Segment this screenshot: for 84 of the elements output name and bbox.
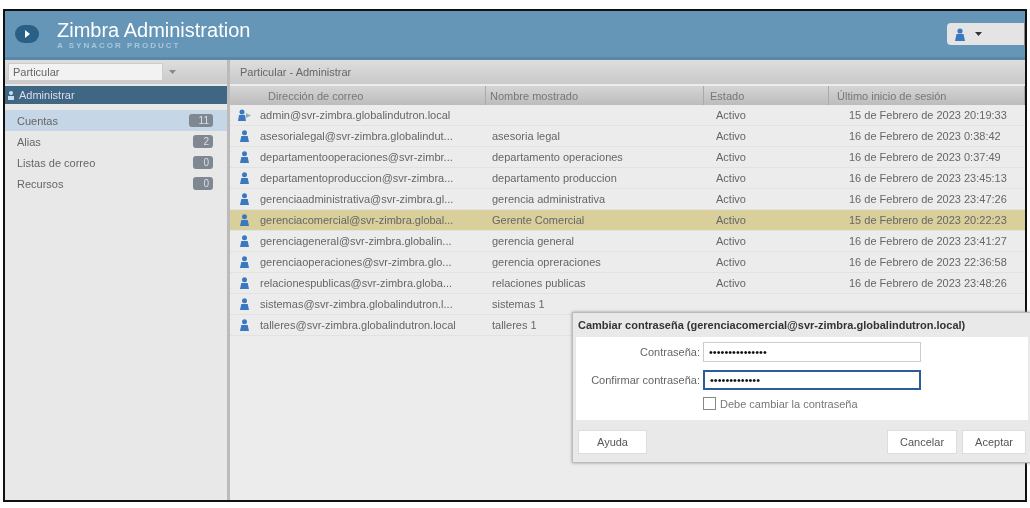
field-label: Contraseña: xyxy=(639,345,700,359)
sidebar-item[interactable]: Alias 2 xyxy=(5,131,227,152)
dropdown-caret-icon[interactable] xyxy=(169,70,176,74)
table-cell: gerencia opreraciones xyxy=(492,256,601,268)
admin-user-icon xyxy=(237,109,251,121)
count-badge: 0 xyxy=(193,156,213,169)
table-cell: relaciones publicas xyxy=(492,277,586,289)
dialog-title: Cambiar contraseña (gerenciacomercial@svr-zimbra.globalindutron.local) xyxy=(577,318,967,333)
table-cell: gerenciaoperaciones@svr-zimbra.glo... xyxy=(260,256,452,268)
table-cell: talleres@svr-zimbra.globalindutron.local xyxy=(260,319,456,331)
sidebar-item[interactable]: Recursos 0 xyxy=(5,173,227,194)
section-title: Administrar xyxy=(19,89,75,101)
table-cell: Activo xyxy=(716,235,746,247)
user-icon xyxy=(239,277,249,289)
user-menu[interactable] xyxy=(947,23,1025,45)
field-label: Confirmar contraseña: xyxy=(590,373,700,387)
item-label: Alias xyxy=(17,135,41,148)
table-cell: Activo xyxy=(716,277,746,289)
table-row[interactable]: gerenciacomercial@svr-zimbra.global... Gerente Comercial Activo 15 de Febrero de 2023 20:22:23 xyxy=(230,210,1025,231)
count-badge: 0 xyxy=(193,177,213,190)
table-cell: departamento operaciones xyxy=(492,151,623,163)
table-cell: Activo xyxy=(716,172,746,184)
caret-icon xyxy=(975,32,982,36)
table-cell: Activo xyxy=(716,151,746,163)
count-badge: 2 xyxy=(193,135,213,148)
accept-button[interactable]: Aceptar xyxy=(962,430,1026,454)
table-cell: gerencia administrativa xyxy=(492,193,606,205)
item-label: Recursos xyxy=(17,177,64,190)
sidebar-item[interactable]: Listas de correo 0 xyxy=(5,152,227,173)
table-cell: departamentoproduccion@svr-zimbra... xyxy=(260,172,454,184)
table-cell: 15 de Febrero de 2023 20:22:23 xyxy=(849,214,1007,226)
table-cell: Activo xyxy=(716,214,746,226)
breadcrumb: Particular - Administrar xyxy=(240,66,352,78)
password-field[interactable]: ••••••••••••••• xyxy=(703,342,921,362)
help-button[interactable]: Ayuda xyxy=(578,430,647,454)
table-cell: asesoria legal xyxy=(492,130,560,142)
table-cell: Activo xyxy=(716,193,746,205)
table-cell: 16 de Febrero de 2023 23:45:13 xyxy=(849,172,1007,184)
table-cell: Gerente Comercial xyxy=(492,214,585,226)
app-title: Zimbra Administration xyxy=(57,18,251,41)
user-icon xyxy=(239,214,249,226)
user-icon xyxy=(239,298,249,310)
admin-icon xyxy=(7,90,15,100)
table-cell: 15 de Febrero de 2023 20:19:33 xyxy=(849,109,1007,121)
table-cell: relacionespublicas@svr-zimbra.globa... xyxy=(260,277,453,289)
table-cell: Activo xyxy=(716,109,746,121)
user-icon xyxy=(239,319,249,331)
table-cell: 16 de Febrero de 2023 23:47:26 xyxy=(849,193,1007,205)
item-label: Cuentas xyxy=(17,114,58,127)
app-subtitle: A SYNACOR PRODUCT xyxy=(57,40,182,50)
table-cell: Activo xyxy=(716,256,746,268)
table-cell: Activo xyxy=(716,130,746,142)
table-cell: departamentooperaciones@svr-zimbr... xyxy=(260,151,453,163)
table-cell: departamento produccion xyxy=(492,172,617,184)
user-icon xyxy=(955,27,965,41)
table-cell: 16 de Febrero de 2023 23:41:27 xyxy=(849,235,1007,247)
table-cell: gerenciaadministrativa@svr-zimbra.gl... xyxy=(260,193,454,205)
table-cell: 16 de Febrero de 2023 22:36:58 xyxy=(849,256,1007,268)
item-label: Listas de correo xyxy=(17,156,96,169)
user-icon xyxy=(239,193,249,205)
table-cell: 16 de Febrero de 2023 23:48:26 xyxy=(849,277,1007,289)
table-cell: gerenciageneral@svr-zimbra.globalin... xyxy=(260,235,452,247)
play-icon[interactable] xyxy=(15,25,39,43)
table-cell: talleres 1 xyxy=(492,319,537,331)
table-cell: 16 de Febrero de 2023 0:38:42 xyxy=(849,130,1001,142)
password-field[interactable]: ••••••••••••• xyxy=(703,370,921,390)
table-cell: sistemas 1 xyxy=(492,298,545,310)
count-badge: 11 xyxy=(188,114,213,127)
checkbox[interactable] xyxy=(703,397,716,410)
table-cell: sistemas@svr-zimbra.globalindutron.l... xyxy=(260,298,453,310)
table-cell: gerenciacomercial@svr-zimbra.global... xyxy=(260,214,454,226)
user-icon xyxy=(239,130,249,142)
checkbox-label: Debe cambiar la contraseña xyxy=(720,397,858,410)
cancel-button[interactable]: Cancelar xyxy=(887,430,958,454)
user-icon xyxy=(239,172,249,184)
table-cell: admin@svr-zimbra.globalindutron.local xyxy=(260,109,451,121)
table-cell: asesorialegal@svr-zimbra.globalindut... xyxy=(260,130,453,142)
view-dropdown[interactable]: Particular xyxy=(8,63,163,81)
user-icon xyxy=(239,235,249,247)
user-icon xyxy=(239,151,249,163)
table-cell: 16 de Febrero de 2023 0:37:49 xyxy=(849,151,1001,163)
table-cell: gerencia general xyxy=(492,235,574,247)
user-icon xyxy=(239,256,249,268)
sidebar-item[interactable]: Cuentas 11 xyxy=(5,110,227,131)
